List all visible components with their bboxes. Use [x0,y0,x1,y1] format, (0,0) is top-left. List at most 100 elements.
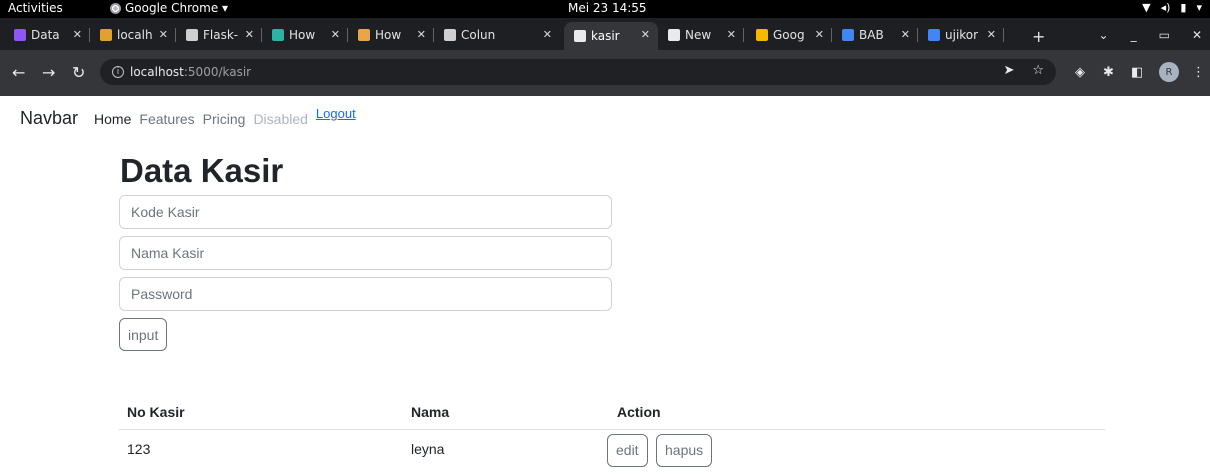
app-menu[interactable]: Google Chrome ▾ [110,1,228,15]
bookmark-star-icon[interactable]: ☆ [1032,63,1044,78]
translate-extension-icon[interactable]: ◈ [1075,65,1085,80]
tab-close-icon[interactable]: ✕ [815,28,824,41]
browser-tab[interactable]: Data ✕ [4,22,90,48]
browser-tab[interactable]: Colun ✕ [434,22,560,48]
browser-tab[interactable]: New ✕ [658,22,744,48]
table-row: 123 leyna edit hapus [119,429,1105,469]
extensions-puzzle-icon[interactable]: ✱ [1103,65,1114,80]
tab-favicon-icon [756,29,768,41]
browser-tab[interactable]: How ✕ [348,22,434,48]
activities-button[interactable]: Activities [8,1,63,15]
url-path: :5000/kasir [183,65,252,79]
app-name: Google Chrome ▾ [125,1,229,15]
site-info-icon[interactable]: i [112,66,124,78]
tab-separator [1003,28,1004,42]
tab-favicon-icon [928,29,940,41]
tab-close-icon[interactable]: ✕ [543,28,552,41]
tab-favicon-icon [272,29,284,41]
close-window-icon[interactable]: ✕ [1192,28,1202,42]
tab-close-icon[interactable]: ✕ [245,28,254,41]
input-submit-button[interactable]: input [119,318,168,351]
tab-favicon-icon [444,29,456,41]
tab-close-icon[interactable]: ✕ [641,28,650,41]
nama-kasir-input[interactable] [119,236,612,270]
navbar: Navbar Home Features Pricing Disabled Lo… [20,106,356,129]
tab-close-icon[interactable]: ✕ [901,28,910,41]
tab-close-icon[interactable]: ✕ [727,28,736,41]
tab-title: BAB [859,28,884,42]
menu-down-icon: ▾ [1196,1,1202,14]
tab-close-icon[interactable]: ✕ [987,28,996,41]
tab-title: Data [31,28,60,42]
chrome-icon [110,2,121,14]
kasir-table: No Kasir Nama Action 123 leyna edit hapu… [119,396,1105,469]
address-bar[interactable]: i localhost :5000/kasir ➤ ☆ [100,59,1056,85]
tab-title: New [685,28,712,42]
browser-tab[interactable]: Goog ✕ [746,22,832,48]
kode-kasir-input[interactable] [119,195,612,229]
send-icon[interactable]: ➤ [1003,63,1014,78]
web-page: Navbar Home Features Pricing Disabled Lo… [0,96,1210,474]
tab-favicon-icon [668,29,680,41]
nav-home-link[interactable]: Home [94,111,131,127]
tab-title: localh [117,28,153,42]
password-input[interactable] [119,277,612,311]
tab-title: ujikor [945,28,979,42]
browser-tab[interactable]: kasir ✕ [564,22,658,50]
browser-tab[interactable]: ujikor ✕ [918,22,1004,48]
tab-favicon-icon [100,29,112,41]
side-panel-icon[interactable]: ◧ [1131,65,1143,80]
tab-title: How [289,28,316,42]
kebab-menu-icon[interactable]: ⋮ [1192,65,1205,80]
table-header-row: No Kasir Nama Action [119,396,1105,430]
cell-nama: leyna [411,441,445,458]
browser-tab[interactable]: BAB ✕ [832,22,918,48]
forward-icon[interactable]: → [42,65,55,81]
browser-tab[interactable]: Flask- ✕ [176,22,262,48]
cell-action: edit hapus [607,429,1105,469]
tab-close-icon[interactable]: ✕ [417,28,426,41]
window-controls: ⌄ _ ▭ ✕ [1099,28,1202,42]
page-title: Data Kasir [120,152,284,189]
logout-link[interactable]: Logout [316,106,356,121]
header-action: Action [609,396,1105,430]
restore-icon[interactable]: ▭ [1159,28,1170,42]
tab-close-icon[interactable]: ✕ [331,28,340,41]
tab-title: Colun [461,28,496,42]
edit-button[interactable]: edit [607,433,648,467]
header-nama: Nama [403,396,609,430]
volume-icon: ◂) [1160,1,1171,14]
tab-favicon-icon [842,29,854,41]
browser-tab[interactable]: localh ✕ [90,22,176,48]
new-tab-button[interactable]: + [1032,27,1045,46]
clock[interactable]: Mei 23 14:55 [568,1,647,15]
battery-icon: ▮ [1180,1,1187,14]
tab-favicon-icon [186,29,198,41]
navbar-brand[interactable]: Navbar [20,108,78,129]
tab-separator [743,28,744,42]
nav-pricing-link[interactable]: Pricing [203,111,246,127]
tab-title: Goog [773,28,805,42]
tab-title: How [375,28,402,42]
tab-title: kasir [591,29,620,43]
back-icon[interactable]: ← [12,65,25,81]
system-tray[interactable]: ▼ ◂) ▮ ▾ [1142,1,1202,14]
nav-disabled-link: Disabled [253,111,308,127]
wifi-icon: ▼ [1142,1,1151,14]
reload-icon[interactable]: ↻ [72,65,85,81]
profile-avatar[interactable]: R [1159,62,1179,82]
tab-favicon-icon [574,30,586,42]
tab-search-icon[interactable]: ⌄ [1099,28,1109,42]
minimize-icon[interactable]: _ [1131,28,1137,42]
nav-features-link[interactable]: Features [139,111,194,127]
tab-favicon-icon [14,29,26,41]
header-no-kasir: No Kasir [119,396,403,430]
browser-toolbar: ← → ↻ i localhost :5000/kasir ➤ ☆ ◈ ✱ ◧ … [0,50,1210,96]
tab-favicon-icon [358,29,370,41]
tab-title: Flask- [203,28,239,42]
browser-tab[interactable]: How ✕ [262,22,348,48]
tab-close-icon[interactable]: ✕ [73,28,82,41]
tab-close-icon[interactable]: ✕ [159,28,168,41]
system-top-bar: Activities Google Chrome ▾ Mei 23 14:55 … [0,0,1210,18]
hapus-button[interactable]: hapus [656,433,713,467]
